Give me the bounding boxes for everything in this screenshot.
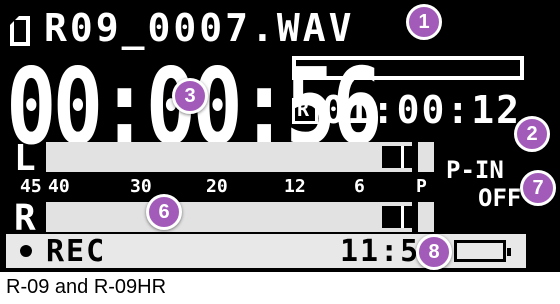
callout-8: 8 xyxy=(416,234,452,270)
progress-bar xyxy=(292,56,524,80)
callout-1: 1 xyxy=(406,4,442,40)
remaining-marker: R xyxy=(297,97,310,121)
clip-indicator-right xyxy=(418,202,434,232)
scale-tick: 30 xyxy=(130,176,152,197)
remaining-time: 01:00:12 xyxy=(322,88,522,132)
plugin-power-value: OFF xyxy=(478,184,522,212)
channel-right-label: R xyxy=(14,198,36,239)
filename: R09_0007.WAV xyxy=(44,6,355,50)
lcd-screen: R09_0007.WAV 00:00:56 R 01:00:12 L 45 40… xyxy=(0,0,560,272)
callout-6: 6 xyxy=(146,194,182,230)
callout-2: 2 xyxy=(514,116,550,152)
level-meter-left xyxy=(46,142,442,172)
callout-3: 3 xyxy=(172,78,208,114)
channel-left-label: L xyxy=(14,138,36,179)
plugin-power-label: P-IN xyxy=(446,156,504,184)
scale-tick: P xyxy=(416,176,427,197)
scale-tick: 40 xyxy=(48,176,70,197)
callout-7: 7 xyxy=(520,170,556,206)
scale-tick: 12 xyxy=(284,176,306,197)
file-icon xyxy=(10,16,30,46)
scale-tick: 20 xyxy=(206,176,228,197)
scale-tick: 6 xyxy=(354,176,365,197)
record-status: REC xyxy=(46,234,107,269)
clip-indicator-left xyxy=(418,142,434,172)
battery-icon xyxy=(454,240,511,262)
scale-tick: 45 xyxy=(20,176,42,197)
caption: R-09 and R-09HR xyxy=(6,276,167,298)
rec-dot-icon xyxy=(20,245,32,257)
level-meter-right xyxy=(46,202,442,232)
